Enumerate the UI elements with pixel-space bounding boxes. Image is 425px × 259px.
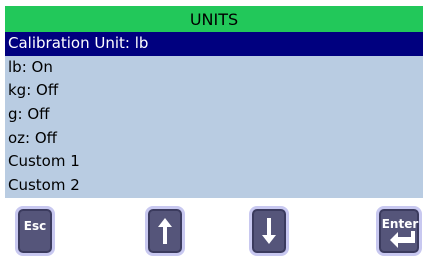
enter-button[interactable]: Enter xyxy=(376,206,422,256)
enter-return-icon xyxy=(390,231,415,248)
menu-item-custom-1[interactable]: Custom 1 xyxy=(5,150,423,174)
up-button[interactable] xyxy=(145,206,185,256)
esc-button[interactable]: Esc xyxy=(15,206,55,256)
menu-item-kg[interactable]: kg: Off xyxy=(5,79,423,103)
units-menu: Calibration Unit: lb lb: On kg: Off g: O… xyxy=(5,32,423,198)
menu-item-calibration-unit[interactable]: Calibration Unit: lb xyxy=(5,32,423,56)
esc-label: Esc xyxy=(23,219,47,233)
screen-title: UNITS xyxy=(5,6,423,32)
menu-item-oz[interactable]: oz: Off xyxy=(5,127,423,151)
menu-item-custom-2[interactable]: Custom 2 xyxy=(5,174,423,198)
arrow-up-icon xyxy=(158,218,172,244)
units-screen: UNITS Calibration Unit: lb lb: On kg: Of… xyxy=(5,6,423,198)
menu-item-lb[interactable]: lb: On xyxy=(5,56,423,80)
button-bar: Esc Enter xyxy=(0,198,425,259)
down-button[interactable] xyxy=(249,206,289,256)
menu-item-g[interactable]: g: Off xyxy=(5,103,423,127)
arrow-down-icon xyxy=(262,218,276,244)
